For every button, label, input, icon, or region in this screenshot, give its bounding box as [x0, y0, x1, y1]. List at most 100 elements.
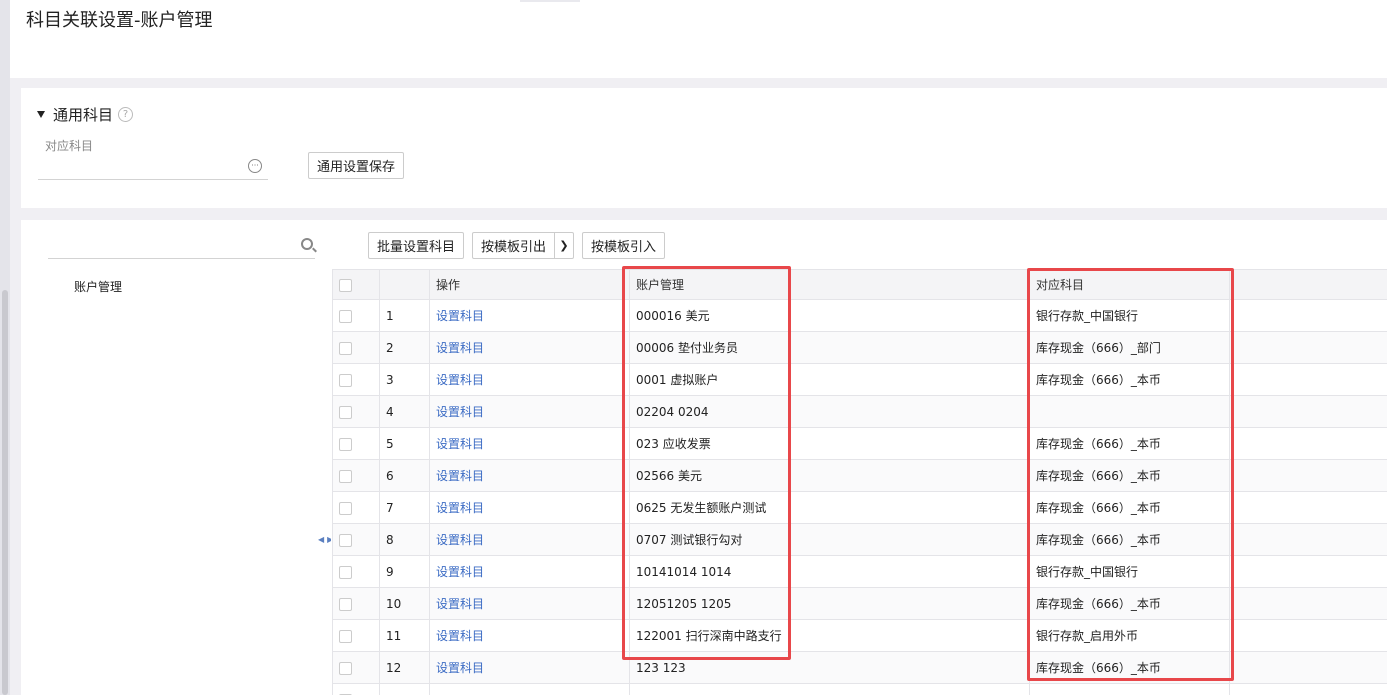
table-row[interactable]: 1 设置科目 000016 美元 银行存款_中国银行 [332, 299, 1387, 332]
set-subject-link[interactable]: 设置科目 [436, 469, 484, 483]
table-row[interactable] [332, 683, 1387, 695]
filler-cell [1229, 363, 1387, 396]
grid-header-row: 操作 账户管理 对应科目 [332, 269, 1387, 300]
section-header[interactable]: 通用科目 ? [37, 104, 134, 125]
set-subject-link[interactable]: 设置科目 [436, 437, 484, 451]
table-row[interactable]: 12 设置科目 123 123 库存现金（666）_本币 [332, 651, 1387, 684]
account-cell: 0001 虚拟账户 [629, 363, 1030, 396]
caret-down-icon[interactable] [37, 111, 45, 118]
set-subject-link[interactable]: 设置科目 [436, 661, 484, 675]
filler-cell [1229, 427, 1387, 460]
row-checkbox-cell [332, 459, 380, 492]
batch-set-subject-button[interactable]: 批量设置科目 [368, 232, 465, 259]
table-row[interactable]: 5 设置科目 023 应收发票 库存现金（666）_本币 [332, 427, 1387, 460]
account-cell: 0707 测试银行勾对 [629, 523, 1030, 556]
table-row[interactable]: 6 设置科目 02566 美元 库存现金（666）_本币 [332, 459, 1387, 492]
table-row[interactable]: 7 设置科目 0625 无发生额账户测试 库存现金（666）_本币 [332, 491, 1387, 524]
op-cell: 设置科目 [429, 459, 630, 492]
table-row[interactable]: 9 设置科目 10141014 1014 银行存款_中国银行 [332, 555, 1387, 588]
op-cell: 设置科目 [429, 619, 630, 652]
op-cell: 设置科目 [429, 427, 630, 460]
row-checkbox[interactable] [339, 437, 352, 451]
op-cell: 设置科目 [429, 299, 630, 332]
account-cell: 123 123 [629, 651, 1030, 684]
op-cell: 设置科目 [429, 491, 630, 524]
set-subject-link[interactable]: 设置科目 [436, 373, 484, 387]
search-icon[interactable] [301, 238, 313, 250]
table-row[interactable]: 10 设置科目 12051205 1205 库存现金（666）_本币 [332, 587, 1387, 620]
row-number: 12 [379, 651, 430, 684]
op-cell: 设置科目 [429, 587, 630, 620]
set-subject-link[interactable]: 设置科目 [436, 565, 484, 579]
row-checkbox[interactable] [339, 341, 352, 355]
row-checkbox[interactable] [339, 405, 352, 419]
set-subject-link[interactable]: 设置科目 [436, 533, 484, 547]
subject-cell: 库存现金（666）_部门 [1029, 331, 1230, 364]
grid-body: 1 设置科目 000016 美元 银行存款_中国银行 2 设置科目 00006 垫付业务员库… [332, 299, 1387, 695]
row-checkbox-cell [332, 363, 380, 396]
tree-search-input[interactable] [48, 232, 315, 259]
common-save-button[interactable]: 通用设置保存 [308, 152, 405, 179]
table-row[interactable]: 2 设置科目 00006 垫付业务员 库存现金（666）_部门 [332, 331, 1387, 364]
account-cell: 00006 垫付业务员 [629, 331, 1030, 364]
row-number: 5 [379, 427, 430, 460]
field-label: 对应科目 [45, 139, 94, 153]
export-template-split-button: 按模板引出 ❯ [472, 232, 575, 259]
row-checkbox-cell [332, 331, 380, 364]
subject-cell: 银行存款_中国银行 [1029, 555, 1230, 588]
filler-cell [1229, 299, 1387, 332]
row-checkbox[interactable] [339, 469, 352, 483]
row-checkbox-cell [332, 523, 380, 556]
row-checkbox[interactable] [339, 373, 352, 387]
export-template-button[interactable]: 按模板引出 [473, 233, 556, 258]
account-cell: 023 应收发票 [629, 427, 1030, 460]
table-row[interactable]: 11 设置科目 122001 扫行深南中路支行 银行存款_启用外币 [332, 619, 1387, 652]
subject-field[interactable]: ··· [38, 154, 268, 180]
grid-panel: 批量设置科目 按模板引出 ❯ 按模板引入 操作 账户管理 对应科目 1 设置科目 0… [331, 220, 1387, 695]
header-no [379, 269, 430, 300]
row-checkbox[interactable] [339, 629, 352, 643]
filler-cell [1229, 619, 1387, 652]
set-subject-link[interactable]: 设置科目 [436, 341, 484, 355]
filler-cell [1229, 523, 1387, 556]
page-title: 科目关联设置-账户管理 [26, 10, 213, 31]
set-subject-link[interactable]: 设置科目 [436, 501, 484, 515]
header-subject[interactable]: 对应科目 [1029, 269, 1230, 300]
table-row[interactable]: 3 设置科目 0001 虚拟账户 库存现金（666）_本币 [332, 363, 1387, 396]
row-checkbox-cell [332, 651, 380, 684]
row-number: 4 [379, 395, 430, 428]
subject-cell: 库存现金（666）_本币 [1029, 587, 1230, 620]
select-all-checkbox[interactable] [339, 278, 352, 292]
row-checkbox[interactable] [339, 597, 352, 611]
row-checkbox[interactable] [339, 565, 352, 579]
row-checkbox-cell [332, 587, 380, 620]
table-row[interactable]: 8 设置科目 0707 测试银行勾对 库存现金（666）_本币 [332, 523, 1387, 556]
row-number: 10 [379, 587, 430, 620]
set-subject-link[interactable]: 设置科目 [436, 629, 484, 643]
chevron-down-icon[interactable]: ❯ [555, 233, 573, 258]
filler-cell [1229, 555, 1387, 588]
question-circle-icon[interactable]: ? [118, 107, 134, 122]
ellipsis-icon[interactable]: ··· [248, 159, 262, 173]
row-checkbox[interactable] [339, 501, 352, 515]
set-subject-link[interactable]: 设置科目 [436, 405, 484, 419]
account-cell: 02566 美元 [629, 459, 1030, 492]
subject-cell: 库存现金（666）_本币 [1029, 523, 1230, 556]
tree-panel: 账户管理 [21, 220, 331, 695]
op-cell: 设置科目 [429, 523, 630, 556]
row-checkbox[interactable] [339, 533, 352, 547]
left-scrollbar[interactable] [0, 0, 10, 695]
import-template-button[interactable]: 按模板引入 [582, 232, 666, 259]
header-filler [1229, 269, 1387, 300]
tree-item-account-management[interactable]: 账户管理 [74, 278, 122, 295]
scrollbar-thumb[interactable] [2, 290, 8, 695]
account-cell: 02204 0204 [629, 395, 1030, 428]
table-row[interactable]: 4 设置科目 02204 0204 [332, 395, 1387, 428]
row-checkbox[interactable] [339, 661, 352, 675]
set-subject-link[interactable]: 设置科目 [436, 597, 484, 611]
filler-cell [1229, 395, 1387, 428]
set-subject-link[interactable]: 设置科目 [436, 309, 484, 323]
row-checkbox[interactable] [339, 309, 352, 323]
account-cell: 12051205 1205 [629, 587, 1030, 620]
header-account[interactable]: 账户管理 [629, 269, 1030, 300]
